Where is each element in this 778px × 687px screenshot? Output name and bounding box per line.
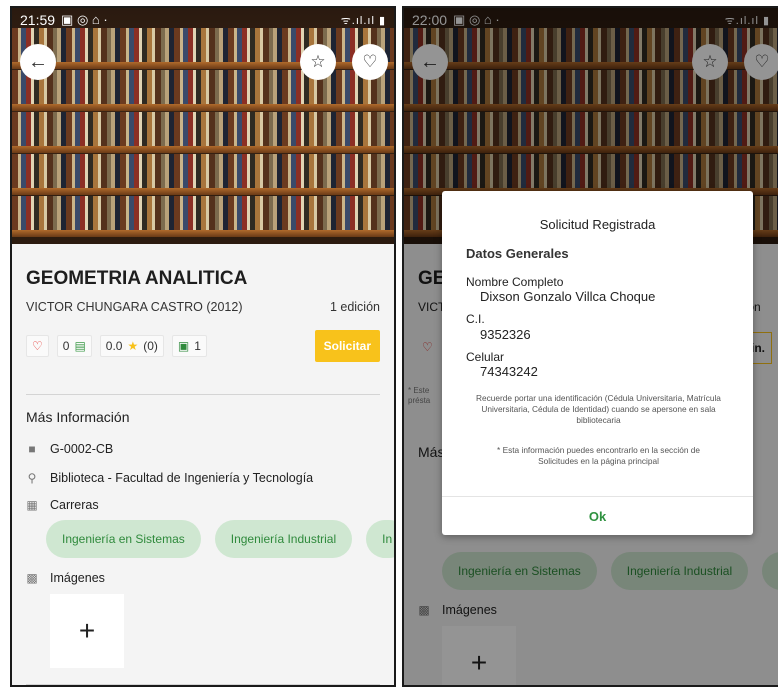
more-info-title: Más Información	[26, 409, 130, 425]
add-image-button[interactable]: +	[50, 594, 124, 668]
requests-section-note: * Esta información puedes encontrarlo en…	[497, 445, 700, 466]
chip-partial[interactable]: In	[366, 520, 394, 558]
rating-stat[interactable]: 0.0 ★ (0)	[99, 335, 164, 357]
imagenes-row: ▩ Imágenes	[26, 571, 105, 585]
copies-count: 1	[194, 339, 201, 353]
bookshelf-header-image	[12, 8, 394, 244]
chip-industrial[interactable]: Ingeniería Industrial	[214, 520, 353, 558]
back-button[interactable]: ←	[20, 44, 56, 80]
comments-stat[interactable]: 0 ▤	[56, 335, 92, 357]
heart-icon: ♡	[32, 339, 43, 353]
imagenes-label: Imágenes	[50, 571, 105, 585]
rating-count: (0)	[143, 339, 158, 353]
cel-value: 74343242	[480, 364, 538, 379]
signal-battery-icons: ᯤ.ıl.ıl ▮	[340, 14, 386, 27]
status-bar: 21:59 ▣ ◎ ⌂ · ᯤ.ıl.ıl ▮	[12, 8, 394, 32]
favorite-star-button[interactable]: ☆	[300, 44, 336, 80]
screen-solicitud-dialog: 22:00 ▣ ◎ ⌂ · ᯤ.ıl.ıl ▮ ← ☆ ♡ GE VICT ic…	[402, 6, 778, 687]
rating-value: 0.0	[105, 339, 123, 353]
carreras-row: ▦ Carreras	[26, 498, 99, 512]
like-heart-button[interactable]: ♡	[352, 44, 388, 80]
stats-row: ♡ 0 ▤ 0.0 ★ (0) ▣ 1 Solicitar	[26, 330, 380, 362]
cel-label: Celular	[466, 350, 505, 364]
id-reminder-note: Recuerde portar una identificación (Cédu…	[476, 393, 721, 425]
solicitud-dialog: Solicitud Registrada Datos Generales Nom…	[442, 191, 753, 535]
carreras-chips: Ingeniería en Sistemas Ingeniería Indust…	[46, 520, 394, 558]
screen-book-detail: 21:59 ▣ ◎ ⌂ · ᯤ.ıl.ıl ▮ ← ☆ ♡ GEOMETRIA …	[10, 6, 396, 687]
school-icon: ▦	[26, 498, 38, 512]
dialog-divider	[442, 496, 753, 497]
arrow-left-icon: ←	[28, 50, 48, 73]
heart-outline-icon: ♡	[362, 52, 378, 71]
status-icons: ▣ ◎ ⌂ ·	[61, 12, 108, 27]
location-pin-icon: ⚲	[27, 471, 37, 485]
comment-count: 0	[62, 339, 70, 353]
name-label: Nombre Completo	[466, 275, 564, 289]
ok-button[interactable]: Ok	[442, 509, 753, 524]
book-title: GEOMETRIA ANALITICA	[26, 268, 248, 289]
copies-stat: ▣ 1	[171, 335, 207, 357]
plus-icon: +	[78, 615, 96, 646]
divider	[26, 394, 380, 395]
location-row: ⚲ Biblioteca - Facultad de Ingeniería y …	[26, 471, 314, 485]
dialog-title: Solicitud Registrada	[539, 217, 656, 232]
image-icon: ▩	[26, 571, 38, 585]
dialog-heading: Datos Generales	[466, 246, 569, 261]
book-open-icon: ▣	[177, 339, 190, 353]
book-edition: 1 edición	[329, 300, 380, 314]
book-detail-content: GEOMETRIA ANALITICA VICTOR CHUNGARA CAST…	[12, 244, 394, 685]
status-time: 21:59	[20, 12, 56, 28]
author-row: VICTOR CHUNGARA CASTRO (2012) 1 edición	[26, 300, 380, 314]
tag-icon: ■	[28, 442, 36, 456]
ci-value: 9352326	[480, 327, 531, 342]
book-code: G-0002-CB	[50, 442, 114, 456]
book-location: Biblioteca - Facultad de Ingeniería y Te…	[50, 471, 314, 485]
name-value: Dixson Gonzalo Villca Choque	[480, 289, 656, 304]
book-author: VICTOR CHUNGARA CASTRO (2012)	[26, 300, 243, 314]
ci-label: C.I.	[466, 312, 485, 326]
solicitar-button[interactable]: Solicitar	[314, 330, 380, 362]
chip-sistemas[interactable]: Ingeniería en Sistemas	[46, 520, 201, 558]
star-outline-icon: ☆	[310, 52, 326, 71]
like-stat[interactable]: ♡	[26, 335, 49, 357]
comment-icon: ▤	[74, 339, 86, 353]
star-icon: ★	[127, 339, 139, 353]
carreras-label: Carreras	[50, 498, 99, 512]
code-row: ■ G-0002-CB	[26, 442, 113, 456]
divider	[26, 684, 380, 685]
